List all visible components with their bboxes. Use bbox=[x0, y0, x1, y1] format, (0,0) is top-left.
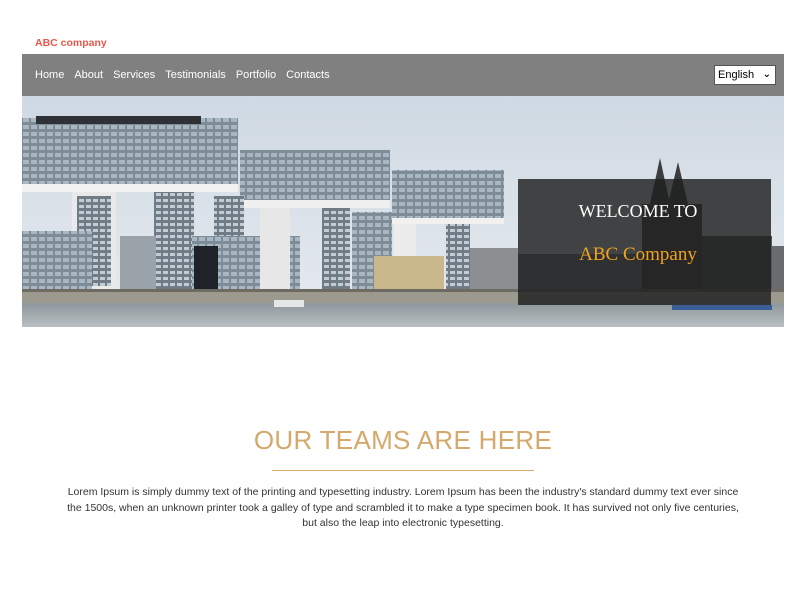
language-select[interactable]: English ⌄ bbox=[714, 65, 776, 85]
main-navbar: Home About Services Testimonials Portfol… bbox=[22, 54, 784, 96]
nav-item-testimonials[interactable]: Testimonials bbox=[165, 69, 226, 81]
brand-logo-text[interactable]: ABC company bbox=[35, 37, 107, 49]
welcome-company-name: ABC Company bbox=[579, 244, 697, 265]
heading-divider bbox=[272, 470, 534, 471]
nav-links: Home About Services Testimonials Portfol… bbox=[35, 54, 340, 96]
nav-item-portfolio[interactable]: Portfolio bbox=[236, 69, 276, 81]
nav-item-home[interactable]: Home bbox=[35, 69, 64, 81]
language-select-value: English bbox=[718, 69, 755, 81]
hero-banner: WELCOME TO ABC Company bbox=[22, 96, 784, 327]
welcome-title: WELCOME TO bbox=[578, 201, 698, 221]
nav-item-about[interactable]: About bbox=[74, 69, 103, 81]
teams-heading: OUR TEAMS ARE HERE bbox=[253, 425, 553, 455]
welcome-overlay: WELCOME TO ABC Company bbox=[518, 179, 771, 305]
nav-item-contacts[interactable]: Contacts bbox=[286, 69, 329, 81]
nav-item-services[interactable]: Services bbox=[113, 69, 155, 81]
teams-description: Lorem Ipsum is simply dummy text of the … bbox=[67, 486, 739, 529]
chevron-down-icon: ⌄ bbox=[762, 69, 771, 80]
